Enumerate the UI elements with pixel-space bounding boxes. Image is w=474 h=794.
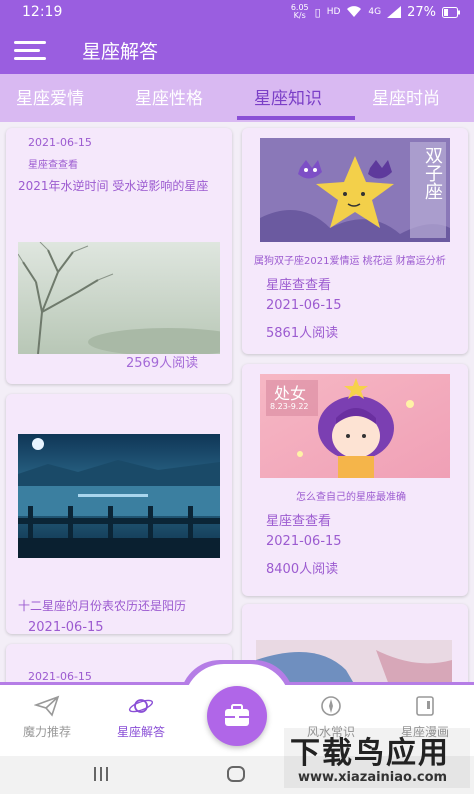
article-source: 星座查查看 <box>266 278 332 293</box>
article-image: 处女 8.23-9.22 <box>260 374 450 478</box>
network-type: 4G <box>368 7 382 17</box>
category-tabs: 星座爱情 星座性格 星座知识 星座时尚 <box>0 74 474 122</box>
article-feed[interactable]: 2021-06-15 星座查查看 2021年水逆时间 受水逆影响的星座 2569… <box>0 122 474 682</box>
home-icon[interactable] <box>226 765 246 783</box>
image-subtext: 8.23-9.22 <box>270 402 309 411</box>
battery-icon <box>442 6 460 18</box>
app-bar: 星座解答 <box>0 26 474 74</box>
wifi-icon <box>347 6 362 18</box>
article-card[interactable]: 双子座 属狗双子座2021爱情运 桃花运 财富运分析 星座查查看 2021-06… <box>242 128 468 354</box>
article-reads: 2569人阅读 <box>126 356 199 371</box>
recent-apps-icon[interactable] <box>92 766 110 782</box>
article-source: 星座查查看 <box>28 160 78 171</box>
status-bar: 12:19 6.05 K/s ▯ HD 4G 27% <box>0 0 474 26</box>
vibrate-icon: ▯ <box>314 5 321 19</box>
compass-icon <box>321 696 341 716</box>
article-date: 2021-06-15 <box>266 534 342 549</box>
article-caption: 属狗双子座2021爱情运 桃花运 财富运分析 <box>254 256 446 267</box>
tab-knowledge[interactable]: 星座知识 <box>254 84 322 109</box>
article-title: 十二星座的月份表农历还是阳历 <box>18 599 187 613</box>
article-source: 星座查查看 <box>266 514 332 529</box>
nav-answers[interactable]: 星座解答 <box>96 695 186 740</box>
article-image <box>18 434 220 558</box>
status-time: 12:19 <box>22 4 63 20</box>
article-title: 2021年水逆时间 受水逆影响的星座 <box>18 179 209 193</box>
paper-plane-icon <box>34 695 60 717</box>
nav-label: 星座解答 <box>116 725 165 739</box>
article-reads: 5861人阅读 <box>266 326 339 341</box>
status-icons: 6.05 K/s ▯ HD 4G 27% <box>291 4 460 20</box>
image-text: 处女 <box>274 384 307 403</box>
image-text: 双子座 <box>422 146 443 200</box>
article-card[interactable]: 处女 8.23-9.22 怎么查自己的星座最准确 星座查查看 2021-06-1… <box>242 364 468 596</box>
tab-indicator <box>237 116 355 120</box>
article-date: 2021-06-15 <box>266 298 342 313</box>
article-card[interactable]: 2021-06-15 星座查查看 2021年水逆时间 受水逆影响的星座 2569… <box>6 128 232 384</box>
network-speed: 6.05 K/s <box>290 3 309 20</box>
article-card[interactable]: 十二星座的月份表农历还是阳历 2021-06-15 <box>6 394 232 634</box>
signal-icon <box>387 6 402 18</box>
watermark-text: 下载鸟应用 <box>290 736 450 771</box>
night-lake-image <box>18 434 220 558</box>
battery-level: 27% <box>407 4 436 20</box>
article-date: 2021-06-15 <box>28 136 92 149</box>
hd-label: HD <box>326 7 341 17</box>
article-reads: 8400人阅读 <box>266 562 339 577</box>
book-icon <box>416 696 434 716</box>
tab-fashion[interactable]: 星座时尚 <box>372 84 440 109</box>
article-image: 双子座 <box>260 138 450 242</box>
article-date: 2021-06-15 <box>28 620 104 634</box>
article-date: 2021-06-15 <box>28 670 92 682</box>
page-title: 星座解答 <box>82 41 159 63</box>
watermark-url: www.xiazainiao.com <box>298 770 448 785</box>
article-image <box>18 242 220 354</box>
nav-recommend[interactable]: 魔力推荐 <box>2 695 92 740</box>
tab-personality[interactable]: 星座性格 <box>135 84 203 109</box>
misty-tree-image <box>18 242 220 354</box>
article-caption: 怎么查自己的星座最准确 <box>296 492 406 503</box>
tab-love[interactable]: 星座爱情 <box>16 84 84 109</box>
center-action-button[interactable] <box>207 686 267 746</box>
nav-label: 魔力推荐 <box>22 725 71 739</box>
briefcase-icon <box>225 704 249 726</box>
planet-icon <box>128 699 154 713</box>
watermark: 下载鸟应用 www.xiazainiao.com <box>284 728 470 788</box>
menu-icon[interactable] <box>14 38 48 62</box>
